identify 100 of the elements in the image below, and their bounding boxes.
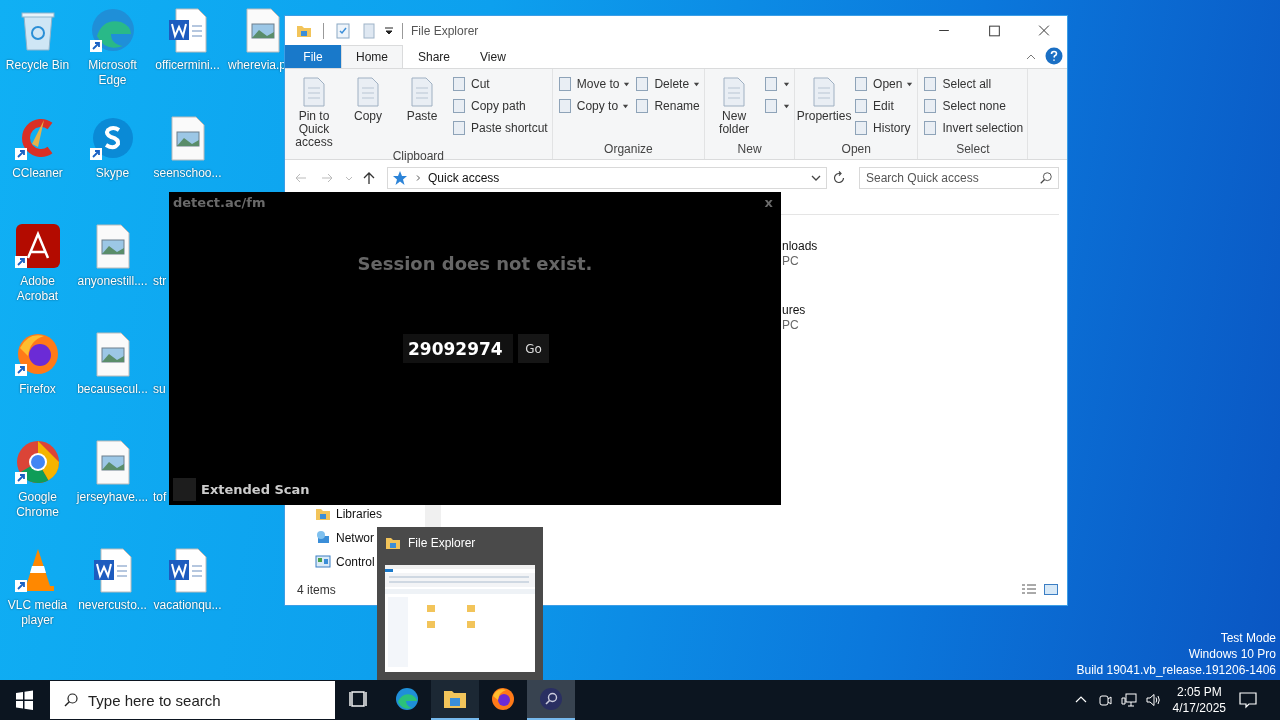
desktop-icon-label: su	[153, 382, 166, 397]
page-icon	[853, 76, 870, 92]
caret-icon	[783, 102, 791, 110]
page-icon	[556, 98, 573, 114]
page-icon	[451, 120, 467, 136]
ribbon-group-label: Organize	[603, 142, 654, 158]
ribbon-button[interactable]: Open	[853, 73, 914, 95]
large-icons-view-icon[interactable]	[1043, 582, 1059, 598]
desktop-icon-label: seenschoo...	[152, 166, 223, 181]
desktop-icon-label: tof	[153, 490, 167, 505]
ribbon-button[interactable]: Paste shortcut	[451, 117, 548, 139]
ribbon-button[interactable]: Cut	[451, 73, 548, 95]
search-field[interactable]: Search Quick access	[859, 167, 1059, 189]
file-tab[interactable]: File	[285, 45, 341, 68]
ribbon-tab[interactable]: View	[465, 45, 521, 68]
ribbon-button[interactable]: Copy path	[451, 95, 548, 117]
caret-icon[interactable]	[384, 25, 394, 36]
go-button[interactable]: Go	[518, 334, 549, 363]
page-icon	[763, 76, 780, 92]
ribbon-button[interactable]: Paste	[397, 72, 447, 149]
star-icon	[392, 170, 408, 186]
checkmark-page-icon[interactable]	[335, 22, 351, 39]
camera-icon[interactable]	[1096, 692, 1113, 708]
caret-icon	[622, 102, 630, 110]
volume-icon[interactable]	[1144, 692, 1161, 708]
ribbon-group-label: Open	[840, 142, 872, 158]
notification-icon[interactable]	[1238, 690, 1258, 710]
ribbon-button[interactable]: Select all	[922, 73, 1024, 95]
folder-location: PC	[782, 254, 800, 269]
page-icon	[451, 76, 467, 92]
os-watermark-text: Build 19041.vb_release.191206-1406	[1076, 662, 1276, 678]
folder-name[interactable]: nloads	[782, 239, 1067, 254]
chrome-icon[interactable]	[13, 438, 62, 486]
search-icon	[63, 692, 79, 708]
ribbon-button[interactable]: Delete	[634, 73, 701, 95]
navigation-item[interactable]: Libraries	[315, 505, 383, 523]
desktop-icon-label: Skype	[94, 166, 131, 181]
code-field[interactable]: 29092974	[403, 334, 513, 363]
caret-icon	[906, 80, 914, 88]
taskbar-search-field[interactable]: Type here to search	[50, 681, 335, 719]
clock-date[interactable]: 4/17/2025	[1172, 700, 1226, 716]
ribbon-group-label: Clipboard	[391, 149, 446, 163]
checkbox[interactable]	[173, 478, 196, 501]
window-title: File Explorer	[411, 23, 479, 38]
desktop-icon-label: Firefox	[18, 382, 57, 397]
page-icon	[922, 120, 939, 136]
page-icon	[853, 120, 870, 136]
navigation-item[interactable]: Control	[315, 553, 375, 571]
ribbon-button[interactable]: New folder	[709, 72, 760, 142]
network-icon[interactable]	[1120, 692, 1137, 708]
ribbon-tab[interactable]: Home	[341, 45, 403, 68]
ribbon-button[interactable]: Invert selection	[922, 117, 1024, 139]
ribbon-button[interactable]: Rename	[634, 95, 701, 117]
caret-icon	[623, 80, 631, 88]
page-icon	[763, 98, 780, 114]
popup-title: detect.ac/fm	[173, 195, 266, 210]
control-panel-icon	[315, 554, 331, 570]
folder-location: PC	[782, 318, 800, 333]
desktop-icon-label: Google Chrome	[15, 490, 60, 520]
refresh-icon[interactable]	[831, 170, 847, 186]
ribbon-button[interactable]: Properties	[799, 72, 850, 142]
folder-icon[interactable]	[431, 680, 479, 720]
thumbnail-preview-tooltip[interactable]: File Explorer	[377, 527, 543, 680]
page-icon	[634, 76, 651, 92]
acrobat-icon[interactable]	[13, 222, 62, 270]
ribbon-button[interactable]: Edit	[853, 95, 914, 117]
page-icon	[634, 98, 651, 114]
address-bar[interactable]: Quick access	[387, 167, 827, 189]
navigation-item[interactable]: Networ	[315, 529, 374, 547]
desktop-icon-label: VLC media player	[6, 598, 69, 628]
os-watermark-text: Windows 10 Pro	[1188, 646, 1276, 662]
ribbon-button[interactable]: Copy to	[556, 95, 631, 117]
magnifier-icon[interactable]	[527, 680, 575, 720]
edge-icon[interactable]	[88, 6, 137, 54]
ribbon-button[interactable]: Pin to Quick access	[289, 72, 339, 149]
page-icon	[853, 98, 870, 114]
ribbon-button[interactable]: Copy	[343, 72, 393, 149]
desktop-icon-label: jerseyhave....	[76, 490, 149, 505]
ribbon-button[interactable]: Move to	[556, 73, 631, 95]
desktop-icon-label: str	[153, 274, 167, 289]
folder-name[interactable]: ures	[782, 303, 1067, 318]
clock-time[interactable]: 2:05 PM	[1176, 684, 1222, 700]
ribbon-group-label: New	[736, 142, 763, 158]
desktop-icon-label: officermini...	[154, 58, 221, 73]
ribbon-tab[interactable]: Share	[403, 45, 466, 68]
page-icon	[922, 76, 939, 92]
up-arrow-icon[interactable]	[361, 170, 377, 186]
help-icon[interactable]	[1045, 47, 1063, 65]
folder-icon	[315, 506, 331, 522]
caret-icon	[783, 80, 791, 88]
desktop-icon-label: nevercusto...	[77, 598, 148, 613]
ribbon-button[interactable]: History	[853, 117, 914, 139]
os-watermark-text: Test Mode	[1220, 630, 1276, 646]
network-icon	[315, 530, 331, 546]
ribbon-button[interactable]: Select none	[922, 95, 1024, 117]
desktop-icon-label: wherevia.p	[228, 58, 287, 73]
preview-title: File Explorer	[408, 536, 476, 550]
desktop-icon-label: Recycle Bin	[4, 58, 71, 73]
close-button[interactable]: x	[764, 195, 773, 210]
caret-icon	[693, 80, 701, 88]
